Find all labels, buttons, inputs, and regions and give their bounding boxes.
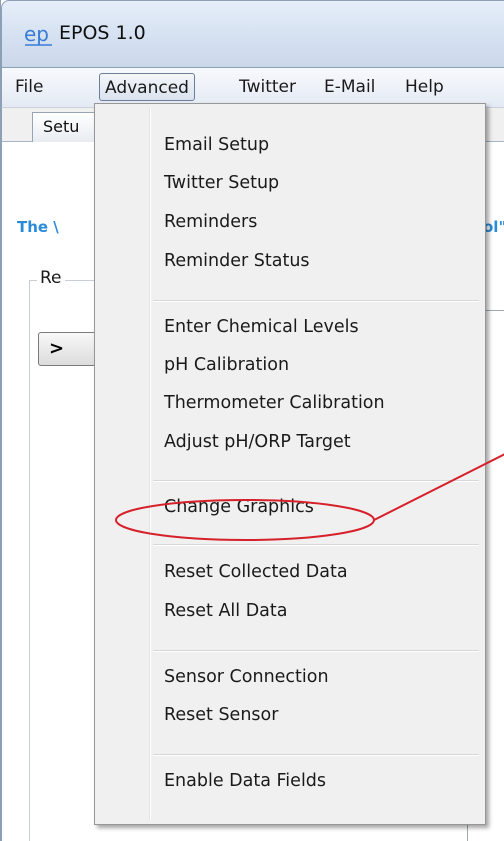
advanced-menu-dropdown: Email Setup Twitter Setup Reminders Remi… <box>94 103 486 825</box>
menu-item-reset-collected-data[interactable]: Reset Collected Data <box>164 561 348 583</box>
menu-item-ph-calibration[interactable]: pH Calibration <box>164 354 289 376</box>
menu-item-enter-chemical-levels[interactable]: Enter Chemical Levels <box>164 316 359 338</box>
menu-item-adjust-ph-orp-target[interactable]: Adjust pH/ORP Target <box>164 431 351 453</box>
menu-separator <box>153 754 479 756</box>
menu-item-reminder-status[interactable]: Reminder Status <box>164 250 310 272</box>
menu-item-reset-sensor[interactable]: Reset Sensor <box>164 704 278 726</box>
menu-item-enable-data-fields[interactable]: Enable Data Fields <box>164 770 326 792</box>
menu-item-thermometer-calibration[interactable]: Thermometer Calibration <box>164 392 385 414</box>
menu-item-email-setup[interactable]: Email Setup <box>164 134 269 156</box>
group-label: Re <box>37 268 65 288</box>
menu-item-reminders[interactable]: Reminders <box>164 211 257 233</box>
next-button[interactable]: > <box>38 332 96 366</box>
menu-help[interactable]: Help <box>400 73 449 101</box>
menu-separator <box>153 300 479 302</box>
menu-file[interactable]: File <box>10 73 48 101</box>
menu-twitter[interactable]: Twitter <box>234 73 301 101</box>
menu-item-change-graphics[interactable]: Change Graphics <box>164 496 314 518</box>
menu-separator <box>153 544 479 546</box>
menu-item-twitter-setup[interactable]: Twitter Setup <box>164 172 279 194</box>
menu-separator <box>153 480 479 482</box>
menu-email[interactable]: E-Mail <box>319 73 380 101</box>
app-logo-icon: ep <box>24 22 52 46</box>
menu-item-sensor-connection[interactable]: Sensor Connection <box>164 666 329 688</box>
menu-separator <box>153 650 479 652</box>
window-title: EPOS 1.0 <box>59 22 146 44</box>
menu-item-reset-all-data[interactable]: Reset All Data <box>164 600 288 622</box>
menu-bar: File Advanced Twitter E-Mail Help <box>1 68 504 108</box>
app-logo-text: ep <box>24 22 49 46</box>
page-heading-fragment: ol" <box>483 218 504 236</box>
app-window: ep EPOS 1.0 File Advanced Twitter E-Mail… <box>0 0 504 841</box>
title-bar[interactable]: ep EPOS 1.0 <box>1 0 504 68</box>
menu-advanced[interactable]: Advanced <box>99 73 195 101</box>
